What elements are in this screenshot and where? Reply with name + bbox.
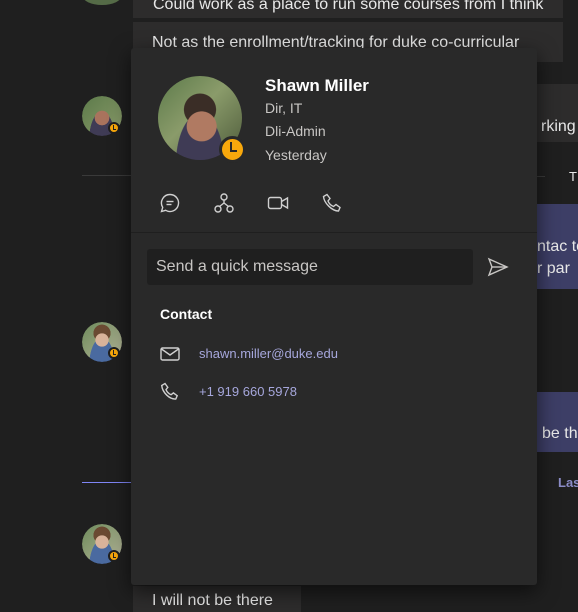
chat-message: rking [537,84,578,142]
org-chart-icon [213,193,234,213]
contact-email[interactable]: shawn.miller@duke.edu [199,346,338,361]
profile-title: Dir, IT [265,100,303,116]
chat-message-text: r par [537,260,570,277]
profile-name: Shawn Miller [265,76,369,95]
new-messages-label: Las [558,475,578,490]
profile-department: Dli-Admin [265,123,326,139]
phone-icon [322,193,341,212]
status-away-icon [108,347,120,359]
phone-icon [160,382,179,400]
chat-message-text: ntac to [537,238,578,255]
divider [537,176,545,177]
chat-message-text: rking [541,118,576,135]
status-away-icon [108,122,120,134]
chat-message: be th [537,392,578,452]
send-icon [487,257,509,277]
contact-phone[interactable]: +1 919 660 5978 [199,384,297,399]
quick-message-input[interactable] [147,249,473,285]
card-divider [131,232,537,233]
chat-message-text: Could work as a place to run some course… [153,0,544,13]
profile-last-seen: Yesterday [265,147,327,163]
chat-message-text: be th [542,425,578,442]
mail-icon [160,347,180,361]
new-messages-divider [82,482,132,483]
org-chart-button[interactable] [212,192,235,214]
video-camera-icon [267,196,288,210]
status-away-icon [219,136,246,163]
chat-button[interactable] [158,192,181,214]
chat-fragment: T [569,169,577,184]
chat-message-text: I will not be there [152,592,273,609]
contact-heading: Contact [160,306,213,322]
video-call-button[interactable] [266,192,289,214]
avatar[interactable] [82,0,122,5]
profile-actions [158,192,343,216]
chat-message: ntac to r par [537,204,578,289]
status-away-icon [108,550,120,562]
profile-card: Shawn Miller Dir, IT Dli-Admin Yesterday [131,48,537,585]
divider [82,175,132,176]
chat-message: Could work as a place to run some course… [133,0,563,18]
audio-call-button[interactable] [320,192,343,214]
send-button[interactable] [486,255,510,279]
chat-message: I will not be there [133,586,301,612]
chat-bubble-icon [159,193,179,213]
